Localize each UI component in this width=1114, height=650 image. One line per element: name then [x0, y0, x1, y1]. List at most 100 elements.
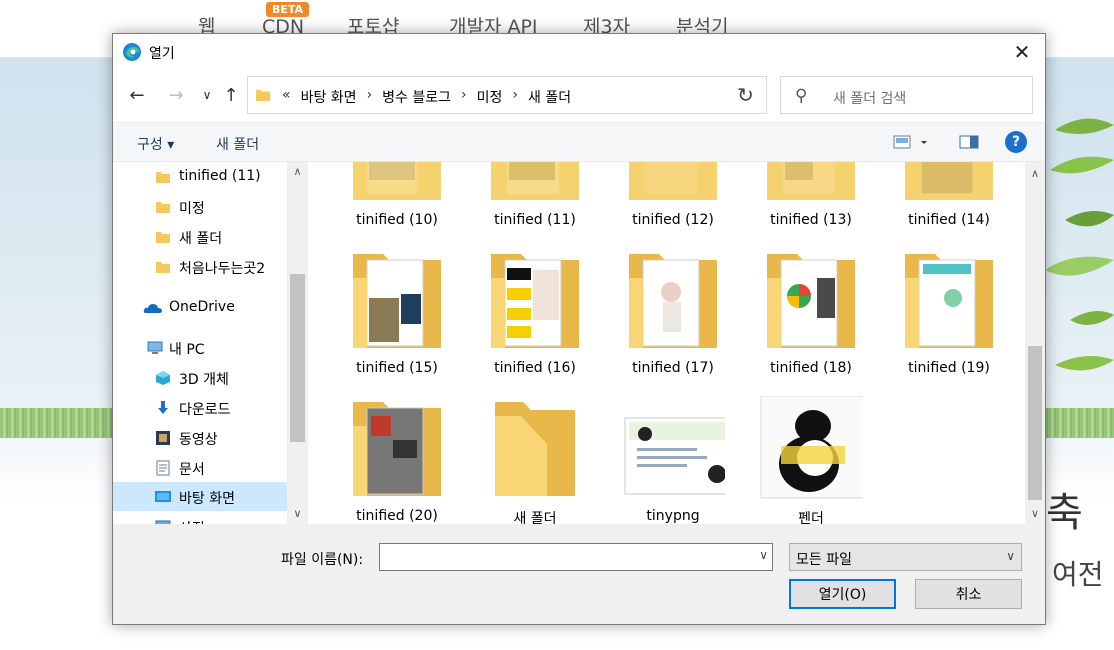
breadcrumb-new-folder[interactable]: 새 폴더	[522, 87, 577, 107]
file-item-tinified-10[interactable]: tinified (10)	[333, 162, 461, 235]
file-item-tinified-14[interactable]: tinified (14)	[885, 162, 1013, 235]
breadcrumb-mijeong[interactable]: 미정	[471, 87, 509, 107]
up-button[interactable]: ↑	[220, 84, 242, 106]
sidebar-item-downloads[interactable]: 다운로드	[113, 393, 287, 422]
file-item-label: 펜더	[798, 511, 824, 524]
file-item-tinified-15[interactable]: tinified (15)	[333, 248, 461, 383]
chevron-down-icon[interactable]: ∨	[759, 548, 768, 562]
filename-input[interactable]: ∨	[379, 543, 773, 571]
file-type-select[interactable]: 모든 파일 ∨	[789, 543, 1022, 571]
file-item-label: 새 폴더	[513, 511, 557, 524]
file-item-new-folder[interactable]: 새 폴더	[471, 396, 599, 524]
recent-locations-button[interactable]: ∨	[196, 84, 218, 106]
sidebar-item-label: 바탕 화면	[179, 491, 235, 507]
download-icon	[158, 401, 168, 414]
folder-thumbnail-icon	[905, 254, 993, 348]
new-folder-button[interactable]: 새 폴더	[216, 134, 259, 154]
scroll-down-button[interactable]: ∨	[1025, 504, 1045, 522]
file-item-tinified-16[interactable]: tinified (16)	[471, 248, 599, 383]
pc-icon	[147, 341, 163, 354]
chevron-right-icon[interactable]: ›	[363, 87, 377, 107]
forward-button[interactable]: →	[165, 84, 187, 106]
folder-thumbnail-icon	[353, 402, 441, 496]
file-item-tinified-13[interactable]: tinified (13)	[747, 162, 875, 235]
bg-subheading: 여전	[1052, 558, 1104, 591]
video-icon	[156, 431, 170, 445]
sidebar-item-mijeong[interactable]: 미정	[113, 192, 287, 221]
file-item-label: tinified (12)	[632, 212, 714, 228]
sidebar-item-tinified-11[interactable]: tinified (11)	[113, 162, 287, 191]
file-item-tinified-19[interactable]: tinified (19)	[885, 248, 1013, 383]
scroll-up-button[interactable]: ∧	[1025, 164, 1045, 182]
preview-pane-button[interactable]	[959, 132, 979, 156]
file-list-scrollbar[interactable]: ∧ ∨	[1025, 162, 1045, 524]
sidebar-item-label: 문서	[179, 462, 205, 478]
file-item-tinified-20[interactable]: tinified (20)	[333, 396, 461, 524]
file-item-tinified-17[interactable]: tinified (17)	[609, 248, 737, 383]
file-item-label: tinified (16)	[494, 360, 576, 376]
sidebar-item-new-folder[interactable]: 새 폴더	[113, 222, 287, 251]
scroll-down-button[interactable]: ∨	[287, 504, 308, 522]
folder-icon	[156, 262, 170, 273]
sidebar-item-label: 다운로드	[179, 402, 231, 418]
scroll-up-button[interactable]: ∧	[287, 162, 308, 180]
preview-pane-icon	[959, 135, 979, 149]
sidebar-item-documents[interactable]: 문서	[113, 453, 287, 482]
command-bar: 구성 ▾ 새 폴더 ?	[113, 122, 1045, 162]
view-options-button[interactable]	[893, 132, 929, 156]
search-icon: ⚲	[795, 86, 808, 106]
sidebar-item-first-place[interactable]: 처음나두는곳2	[113, 252, 287, 281]
search-placeholder: 새 폴더 검색	[833, 91, 907, 107]
refresh-button[interactable]: ↻	[725, 76, 767, 114]
chevron-down-icon: ∨	[1006, 549, 1015, 563]
file-item-tinified-11[interactable]: tinified (11)	[471, 162, 599, 235]
sidebar-scrollbar[interactable]: ∧ ∨	[287, 162, 308, 524]
open-button[interactable]: 열기(O)	[789, 579, 896, 609]
chevron-right-icon[interactable]: ›	[508, 87, 522, 107]
folder-icon	[495, 402, 575, 496]
dialog-title: 열기	[149, 46, 175, 62]
sidebar-item-this-pc[interactable]: 내 PC	[113, 333, 287, 362]
close-button[interactable]: ✕	[999, 34, 1045, 70]
organize-button[interactable]: 구성 ▾	[137, 134, 174, 154]
address-bar[interactable]: « 바탕 화면 › 병수 블로그 › 미정 › 새 폴더 ∨	[247, 76, 838, 114]
help-button[interactable]: ?	[1005, 131, 1027, 153]
image-thumbnail-icon	[624, 417, 725, 495]
file-item-tinified-12[interactable]: tinified (12)	[609, 162, 737, 235]
file-item-label: tinified (10)	[356, 212, 438, 228]
close-icon: ✕	[1013, 40, 1031, 64]
folder-thumbnail-icon	[353, 254, 441, 348]
dialog-titlebar[interactable]: 열기 ✕	[113, 34, 1045, 70]
folder-icon	[156, 232, 170, 243]
sidebar-item-videos[interactable]: 동영상	[113, 423, 287, 452]
breadcrumb-blog[interactable]: 병수 블로그	[376, 87, 457, 107]
sidebar-item-label: 처음나두는곳2	[179, 261, 266, 277]
file-item-label: tinified (15)	[356, 360, 438, 376]
file-item-tinified-18[interactable]: tinified (18)	[747, 248, 875, 383]
sidebar-item-3d-objects[interactable]: 3D 개체	[113, 363, 287, 392]
sidebar-item-desktop[interactable]: 바탕 화면	[113, 482, 287, 511]
search-box[interactable]: ⚲ 새 폴더 검색	[780, 76, 1033, 114]
file-item-label: tinified (19)	[908, 360, 990, 376]
open-file-dialog: 열기 ✕ ← → ∨ ↑ « 바탕 화면 › 병수 블로그 › 미정 › 새 폴…	[112, 33, 1046, 625]
breadcrumb-desktop[interactable]: 바탕 화면	[295, 87, 363, 107]
file-item-label: tinified (14)	[908, 212, 990, 228]
folder-thumbnail-icon	[491, 162, 579, 200]
back-button[interactable]: ←	[126, 84, 148, 106]
folder-icon	[256, 90, 270, 101]
scrollbar-thumb[interactable]	[1028, 346, 1042, 500]
file-item-tinypng[interactable]: tinypng	[609, 396, 737, 524]
sidebar-item-label: 새 폴더	[179, 231, 223, 247]
file-item-panda[interactable]: 펜더	[747, 396, 875, 524]
overflow-chevron-icon[interactable]: «	[278, 87, 295, 107]
file-item-label: tinified (18)	[770, 360, 852, 376]
folder-thumbnail-icon	[491, 254, 579, 348]
sidebar-item-onedrive[interactable]: OneDrive	[113, 293, 287, 322]
sidebar-item-pictures[interactable]: 사진	[113, 512, 287, 524]
cancel-button[interactable]: 취소	[915, 579, 1022, 609]
sidebar-item-label: 미정	[179, 201, 205, 217]
scrollbar-thumb[interactable]	[290, 274, 305, 442]
chevron-right-icon[interactable]: ›	[457, 87, 471, 107]
sidebar-item-label: 내 PC	[169, 342, 205, 358]
file-item-label: tinypng	[646, 508, 700, 524]
